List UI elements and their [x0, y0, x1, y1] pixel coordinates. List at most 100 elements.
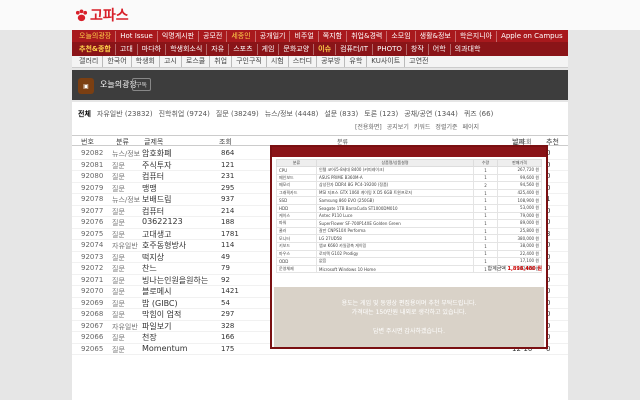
- nav1-item[interactable]: 쪽지함: [319, 30, 348, 42]
- nav2-item[interactable]: 학생회소식: [166, 43, 208, 55]
- nav1-item[interactable]: 공모전: [199, 30, 228, 42]
- board-tool[interactable]: 정렬기준: [435, 124, 457, 131]
- row-title[interactable]: 보배드림: [142, 194, 171, 205]
- nav1-item[interactable]: 공개일기: [256, 30, 291, 42]
- nav1-item[interactable]: 생활&정보: [416, 30, 456, 42]
- nav2-item[interactable]: 마다하: [138, 43, 167, 55]
- row-title[interactable]: Momentum: [142, 344, 188, 353]
- estimate-price: 425,400 원: [497, 188, 542, 198]
- nav3-item[interactable]: 공부방: [317, 56, 346, 67]
- board-tool[interactable]: [전용화면]: [355, 124, 382, 131]
- row-title[interactable]: 컴퓨터: [142, 171, 164, 182]
- row-title[interactable]: 막힘이 업적: [142, 309, 181, 320]
- board-tool[interactable]: 페이지: [463, 124, 480, 131]
- nav1-item[interactable]: Hot Issue: [116, 30, 158, 42]
- row-views: 214: [221, 206, 235, 215]
- estimate-qty: 1: [473, 234, 498, 243]
- nav2-item[interactable]: PHOTO: [373, 43, 407, 55]
- site-logo[interactable]: 고파스: [75, 5, 129, 25]
- primary-nav: 오늘의광장 Hot Issue 익명게시판 공모전 세종인 공개일기 비주얼 쪽지함 취업&경력…: [72, 30, 568, 42]
- row-category: 질문: [112, 334, 125, 342]
- row-views: 295: [221, 183, 235, 192]
- nav2-item[interactable]: 게임: [258, 43, 280, 55]
- nav1-item[interactable]: 비주얼: [290, 30, 319, 42]
- category-tab[interactable]: 자유일반 (23832): [97, 110, 153, 118]
- row-views: 121: [221, 160, 235, 169]
- nav1-item[interactable]: 오늘의광장: [75, 30, 117, 42]
- nav1-item[interactable]: 세종인: [227, 30, 256, 42]
- row-title[interactable]: 밥 (GIBC): [142, 298, 178, 309]
- row-title[interactable]: 찬느: [142, 263, 157, 274]
- nav2-item[interactable]: 스포츠: [229, 43, 258, 55]
- row-title[interactable]: 고대생고: [142, 229, 171, 240]
- nav1-item[interactable]: 취업&경력: [347, 30, 388, 42]
- nav3-item[interactable]: 고연전: [405, 56, 432, 67]
- nav2-item[interactable]: 자유: [207, 43, 230, 55]
- row-category: 질문: [112, 184, 125, 193]
- estimate-desc: Samsung 860 EVO (250GB): [316, 196, 474, 205]
- nav1-item[interactable]: 익명게시판: [158, 30, 200, 42]
- row-title[interactable]: 천장: [142, 332, 157, 343]
- nav1-item[interactable]: 학은지니아: [456, 30, 498, 42]
- row-title[interactable]: 떡지상: [142, 252, 164, 263]
- header-cat: 분류: [116, 138, 129, 146]
- nav3-item[interactable]: 스터디: [289, 56, 318, 67]
- row-views: 297: [221, 310, 235, 318]
- category-tab[interactable]: 설문 (833): [324, 110, 358, 118]
- nav2-item[interactable]: 창작: [407, 43, 429, 55]
- nav3-item[interactable]: 시험: [267, 56, 289, 67]
- nav3-item[interactable]: 고시: [160, 56, 182, 67]
- nav3-item[interactable]: 한국어: [103, 56, 132, 67]
- nav2-item[interactable]: 이슈: [314, 43, 337, 55]
- row-number: 92082: [81, 149, 104, 157]
- category-tab[interactable]: 퀴즈 (66): [464, 110, 493, 118]
- nav3-item[interactable]: 학생회: [132, 56, 160, 67]
- subscribe-button[interactable]: 구독: [132, 78, 152, 91]
- nav3-item[interactable]: 구인구직: [232, 56, 267, 67]
- estimate-row: 모니터 LG 27UD58 1 380,000 원: [276, 234, 542, 243]
- category-tab[interactable]: 진학취업 (9724): [159, 110, 210, 118]
- nav2-item[interactable]: 의과대학: [451, 44, 485, 55]
- board-tools: [전용화면] 공지보기 키워드 정렬기준 페이지: [355, 122, 484, 131]
- nav2-item[interactable]: 추천&종합: [75, 43, 116, 55]
- row-title[interactable]: 주식투자: [142, 160, 171, 171]
- board-tool[interactable]: 키워드: [414, 124, 431, 131]
- category-tab[interactable]: 질문 (38249): [216, 110, 259, 118]
- row-title[interactable]: 블로메시: [142, 286, 171, 297]
- nav2-item[interactable]: 고대: [116, 43, 138, 55]
- total-value: 1,898,480 원: [507, 266, 543, 272]
- nav1-item[interactable]: 소모임: [387, 30, 416, 42]
- row-title[interactable]: 03622123: [142, 217, 183, 226]
- row-number: 92066: [81, 333, 104, 341]
- nav2-item[interactable]: 컴퓨터/IT: [336, 43, 374, 55]
- nav3-item[interactable]: 유학: [345, 56, 368, 67]
- nav2-item[interactable]: 문화교양: [279, 43, 315, 55]
- popup-titlebar: [272, 147, 546, 157]
- nav3-item[interactable]: 갤러리: [75, 56, 104, 67]
- estimate-cat: 메인보드: [276, 173, 317, 183]
- row-title[interactable]: 암호화폐: [142, 148, 171, 159]
- header-num: 번호: [81, 138, 94, 146]
- board-tool[interactable]: 공지보기: [387, 124, 409, 131]
- row-title[interactable]: 호주동형방사: [142, 240, 186, 251]
- estimate-row: 마우스 로지텍 G102 Prodigy 1 22,400 원: [276, 249, 542, 259]
- nav3-item[interactable]: 취업: [210, 56, 233, 67]
- row-views: 231: [221, 172, 235, 180]
- row-title[interactable]: 맹맹: [142, 183, 157, 194]
- row-title[interactable]: 빙나는인원을원하는: [142, 275, 208, 286]
- nav2-item[interactable]: 어학: [429, 43, 451, 55]
- secondary-nav: 추천&종합 고대 마다하 학생회소식 자유 스포츠 게임 문화교양 이슈 컴퓨터/IT PHOTO 창…: [72, 42, 568, 56]
- row-number: 92080: [81, 172, 104, 180]
- category-tab[interactable]: 전체: [78, 110, 91, 118]
- nav3-item[interactable]: 로스쿨: [182, 56, 211, 67]
- category-tab[interactable]: 토론 (123): [364, 110, 398, 118]
- nav1-item[interactable]: Apple on Campus: [497, 31, 567, 42]
- row-title[interactable]: 파일보기: [142, 321, 171, 332]
- popup-message: 용도는 게임 및 동영상 편집용이며 추천 부탁드립니다. 가격대는 150만원…: [274, 287, 544, 347]
- category-tab[interactable]: 뉴스/정보 (4448): [265, 110, 319, 118]
- row-title[interactable]: 컴퓨터: [142, 206, 164, 217]
- category-tab[interactable]: 공채/공연 (1344): [404, 110, 458, 118]
- row-views: 864: [221, 149, 235, 157]
- nav3-item[interactable]: KU사이트: [367, 56, 406, 67]
- category-tabs: 전체 자유일반 (23832) 진학취업 (9724) 질문 (38249) 뉴스/정보…: [78, 109, 499, 119]
